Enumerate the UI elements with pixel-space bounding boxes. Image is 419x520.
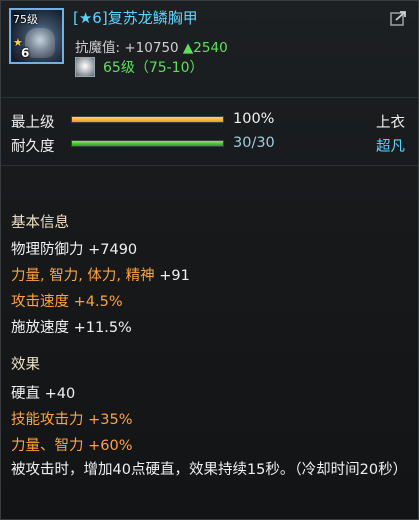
item-title: [★6]复苏龙鳞胸甲	[73, 9, 198, 27]
rarity-label: 超凡	[376, 139, 405, 155]
icon-star-count: 6	[21, 46, 30, 60]
durability-bar-fill	[72, 141, 223, 146]
status-bars: 最上级 100% 上衣 耐久度 30/30 超凡	[1, 109, 418, 157]
demon-resistance: 抗魔值: +10750 ▲2540	[75, 36, 228, 56]
gem-row: 65级（75-10）	[75, 57, 204, 77]
stat-value: +60%	[88, 438, 133, 454]
stat-name: 物理防御力	[11, 242, 84, 258]
stat-value: +4.5%	[73, 294, 123, 310]
tooltip-header: 75级 ★ 6 [★6]复苏龙鳞胸甲 抗魔值: +10750 ▲2540 65级…	[1, 1, 418, 97]
divider	[1, 97, 418, 98]
durability-bar	[71, 140, 224, 147]
stat-value: +11.5%	[73, 320, 132, 336]
stat-name: 施放速度	[11, 320, 69, 336]
stat-name: 技能攻击力	[11, 412, 84, 428]
share-icon[interactable]	[390, 10, 408, 26]
hit-recovery: 硬直 +40	[11, 382, 75, 403]
stat-name: 攻击速度	[11, 294, 69, 310]
stat-name: 力量、智力	[11, 438, 84, 454]
gem-level: 65级（75-10）	[103, 60, 204, 76]
stat-name: 硬直	[11, 386, 40, 402]
armor-icon	[25, 28, 55, 58]
durability-row: 耐久度 30/30 超凡	[1, 133, 418, 157]
grade-value: 100%	[233, 111, 275, 127]
stat-value: +91	[159, 268, 190, 284]
dragon-scale-armor-icon: 75级 ★ 6	[9, 8, 64, 64]
stat-value: +7490	[88, 242, 138, 258]
demon-label: 抗魔值:	[75, 40, 121, 56]
basic-info-heading: 基本信息	[11, 215, 69, 231]
skill-attack: 技能攻击力 +35%	[11, 408, 133, 429]
item-tooltip: 75级 ★ 6 [★6]复苏龙鳞胸甲 抗魔值: +10750 ▲2540 65级…	[0, 0, 419, 520]
demon-value: +10750	[124, 40, 179, 56]
durability-label: 耐久度	[11, 139, 55, 155]
cast-speed: 施放速度 +11.5%	[11, 316, 132, 337]
effect-description: 被攻击时，增加40点硬直，效果持续15秒。（冷却时间20秒）	[11, 462, 408, 478]
effects-heading: 效果	[11, 357, 40, 373]
attack-speed: 攻击速度 +4.5%	[11, 290, 123, 311]
grade-label: 最上级	[11, 115, 55, 131]
demon-increase: ▲2540	[182, 40, 228, 56]
durability-value: 30/30	[233, 135, 275, 151]
divider	[1, 165, 418, 166]
primary-stats: 力量, 智力, 体力, 精神 +91	[11, 264, 190, 285]
physical-defense: 物理防御力 +7490	[11, 238, 137, 259]
gem-icon	[75, 57, 95, 77]
stat-value: +35%	[88, 412, 133, 428]
stat-name: 力量, 智力, 体力, 精神	[11, 268, 155, 284]
grade-bar	[71, 116, 224, 123]
stat-value: +40	[44, 386, 76, 402]
grade-bar-fill	[72, 117, 223, 122]
slot-label: 上衣	[376, 115, 405, 131]
grade-row: 最上级 100% 上衣	[1, 109, 418, 133]
strength-intelligence: 力量、智力 +60%	[11, 434, 133, 455]
icon-level: 75级	[13, 13, 38, 26]
